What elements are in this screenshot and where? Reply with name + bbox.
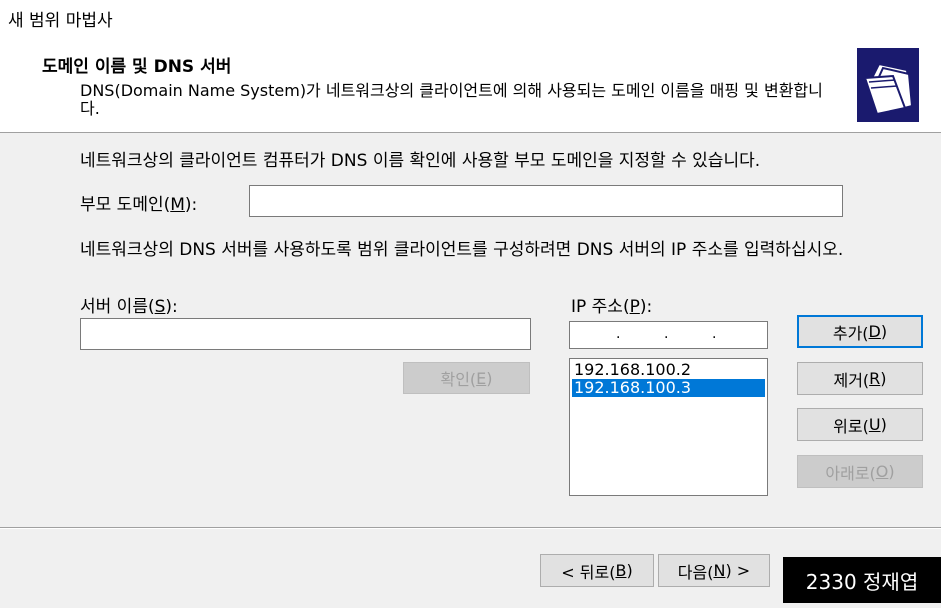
folders-icon xyxy=(857,48,919,122)
intro-text: 네트워크상의 클라이언트 컴퓨터가 DNS 이름 확인에 사용할 부모 도메인을… xyxy=(80,151,761,171)
ip-list-item[interactable]: 192.168.100.2 xyxy=(572,361,765,379)
page-description: DNS(Domain Name System)가 네트워크상의 클라이언트에 의… xyxy=(80,81,823,118)
add-button[interactable]: 추가(D) xyxy=(797,315,923,348)
name-overlay: 2330 정재엽 xyxy=(783,557,941,603)
next-button[interactable]: 다음(N) > xyxy=(658,554,770,587)
server-name-label: 서버 이름(S): xyxy=(80,297,178,317)
parent-domain-input[interactable] xyxy=(249,185,843,217)
move-up-button[interactable]: 위로(U) xyxy=(797,408,923,441)
page-title: 도메인 이름 및 DNS 서버 xyxy=(42,57,232,77)
ip-address-input[interactable]: . . . xyxy=(569,321,768,349)
ip-list-item-selected[interactable]: 192.168.100.3 xyxy=(572,379,765,397)
footer-separator-highlight xyxy=(0,528,941,529)
remove-button[interactable]: 제거(R) xyxy=(797,362,923,395)
parent-domain-label: 부모 도메인(M): xyxy=(80,195,198,215)
ip-address-list[interactable]: 192.168.100.2 192.168.100.3 xyxy=(569,358,768,496)
window-title: 새 범위 마법사 xyxy=(8,11,113,31)
server-name-input[interactable] xyxy=(80,318,531,350)
dns-instruction-text: 네트워크상의 DNS 서버를 사용하도록 범위 클라이언트를 구성하려면 DNS… xyxy=(80,240,844,260)
move-down-button[interactable]: 아래로(O) xyxy=(797,455,923,488)
ip-address-label: IP 주소(P): xyxy=(571,297,653,317)
back-button[interactable]: < 뒤로(B) xyxy=(540,554,654,587)
title-bar xyxy=(0,0,941,36)
resolve-button[interactable]: 확인(E) xyxy=(403,362,530,394)
